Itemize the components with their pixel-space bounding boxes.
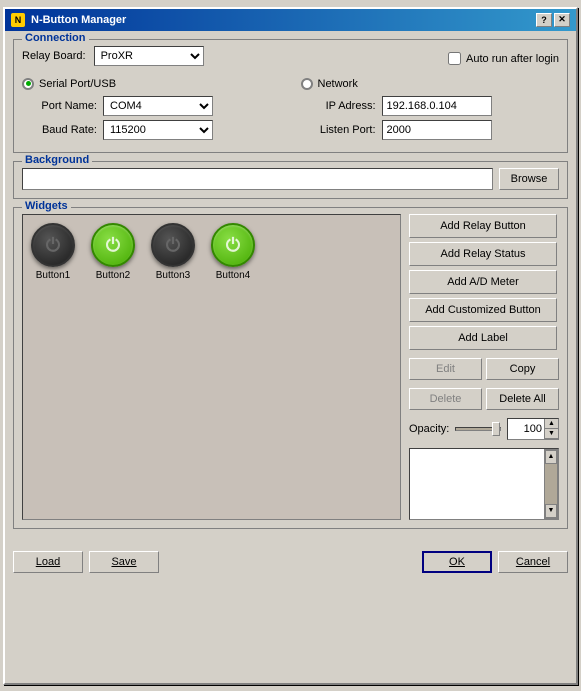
listen-port-label: Listen Port: (301, 124, 376, 136)
baud-rate-select[interactable]: 115200 (103, 120, 213, 140)
ip-address-label: IP Adress: (301, 100, 376, 112)
network-radio-row: Network (301, 78, 560, 90)
bottom-buttons: Load Save OK Cancel (5, 545, 576, 579)
add-customized-button[interactable]: Add Customized Button (409, 298, 557, 322)
widgets-area: ⏻ Button1 ⏻ Button2 ⏻ (22, 214, 559, 520)
background-label: Background (22, 154, 92, 166)
button2-icon: ⏻ (91, 223, 135, 267)
button4-icon: ⏻ (211, 223, 255, 267)
connection-group: Connection Relay Board: ProXR Auto run a… (13, 39, 568, 153)
scroll-down-button[interactable]: ▼ (545, 504, 557, 518)
opacity-spinbox: ▲ ▼ (507, 418, 559, 440)
button3-label: Button3 (156, 270, 190, 281)
relay-board-row: Relay Board: ProXR (22, 46, 204, 66)
titlebar-buttons: ? ✕ (536, 13, 570, 27)
add-ad-meter-button[interactable]: Add A/D Meter (409, 270, 557, 294)
list-item[interactable]: ⏻ Button2 (91, 223, 135, 281)
serial-section: Serial Port/USB Port Name: COM4 Baud Rat… (22, 78, 281, 144)
spin-up-button[interactable]: ▲ (544, 419, 558, 429)
copy-button[interactable]: Copy (486, 358, 559, 380)
add-label-button[interactable]: Add Label (409, 326, 557, 350)
opacity-label: Opacity: (409, 423, 449, 435)
list-item[interactable]: ⏻ Button3 (151, 223, 195, 281)
button2-label: Button2 (96, 270, 130, 281)
port-name-select[interactable]: COM4 (103, 96, 213, 116)
add-relay-status-button[interactable]: Add Relay Status (409, 242, 557, 266)
close-button[interactable]: ✕ (554, 13, 570, 27)
widgets-group: Widgets ⏻ Button1 ⏻ (13, 207, 568, 529)
serial-radio[interactable] (22, 78, 34, 90)
cancel-button[interactable]: Cancel (498, 551, 568, 573)
button1-icon: ⏻ (31, 223, 75, 267)
browse-button[interactable]: Browse (499, 168, 559, 190)
spinbox-arrows: ▲ ▼ (544, 419, 558, 439)
network-section: Network IP Adress: Listen Port: (301, 78, 560, 144)
network-label: Network (318, 78, 358, 90)
scroll-track (545, 464, 557, 504)
titlebar-title: N N-Button Manager (11, 13, 126, 27)
background-group: Background Browse (13, 161, 568, 199)
bottom-left-buttons: Load Save (13, 551, 159, 573)
ip-address-input[interactable] (382, 96, 492, 116)
main-window: N N-Button Manager ? ✕ Connection Relay … (3, 7, 578, 685)
baud-rate-label: Baud Rate: (22, 124, 97, 136)
edit-button[interactable]: Edit (409, 358, 482, 380)
widgets-buttons: Add Relay Button Add Relay Status Add A/… (409, 214, 559, 520)
widgets-label: Widgets (22, 200, 71, 212)
button1-label: Button1 (36, 270, 70, 281)
widgets-canvas[interactable]: ⏻ Button1 ⏻ Button2 ⏻ (22, 214, 401, 520)
slider-thumb (492, 422, 500, 436)
preview-scrollbar[interactable]: ▲ ▼ (544, 449, 558, 519)
connection-grid: Serial Port/USB Port Name: COM4 Baud Rat… (22, 78, 559, 144)
background-row: Browse (22, 168, 559, 190)
button-icons: ⏻ Button1 ⏻ Button2 ⏻ (31, 223, 392, 281)
add-relay-button[interactable]: Add Relay Button (409, 214, 557, 238)
preview-content (410, 449, 544, 519)
connection-label: Connection (22, 32, 89, 44)
opacity-row: Opacity: ▲ ▼ (409, 418, 559, 440)
delete-all-button[interactable]: Delete All (486, 388, 559, 410)
network-radio[interactable] (301, 78, 313, 90)
port-name-label: Port Name: (22, 100, 97, 112)
auto-run-row: Auto run after login (448, 52, 559, 65)
listen-port-row: Listen Port: (301, 120, 560, 140)
content-area: Connection Relay Board: ProXR Auto run a… (5, 31, 576, 545)
help-button[interactable]: ? (536, 13, 552, 27)
port-name-row: Port Name: COM4 (22, 96, 281, 116)
auto-run-label: Auto run after login (466, 53, 559, 65)
connection-top-row: Relay Board: ProXR Auto run after login (22, 46, 559, 72)
opacity-value[interactable] (508, 419, 544, 439)
app-icon: N (11, 13, 25, 27)
button4-label: Button4 (216, 270, 250, 281)
ip-address-row: IP Adress: (301, 96, 560, 116)
spin-down-button[interactable]: ▼ (544, 429, 558, 439)
relay-board-select[interactable]: ProXR (94, 46, 204, 66)
scroll-up-button[interactable]: ▲ (545, 450, 557, 464)
titlebar: N N-Button Manager ? ✕ (5, 9, 576, 31)
serial-label: Serial Port/USB (39, 78, 116, 90)
ok-button[interactable]: OK (422, 551, 492, 573)
auto-run-checkbox[interactable] (448, 52, 461, 65)
baud-rate-row: Baud Rate: 115200 (22, 120, 281, 140)
bottom-right-buttons: OK Cancel (422, 551, 568, 573)
list-item[interactable]: ⏻ Button4 (211, 223, 255, 281)
delete-row: Delete Delete All (409, 388, 559, 410)
background-input[interactable] (22, 168, 493, 190)
listen-port-input[interactable] (382, 120, 492, 140)
edit-delete-row: Edit Copy (409, 358, 559, 380)
delete-button[interactable]: Delete (409, 388, 482, 410)
load-button[interactable]: Load (13, 551, 83, 573)
window-title: N-Button Manager (31, 14, 126, 26)
opacity-slider[interactable] (455, 427, 501, 431)
text-preview: ▲ ▼ (409, 448, 559, 520)
save-button[interactable]: Save (89, 551, 159, 573)
list-item[interactable]: ⏻ Button1 (31, 223, 75, 281)
button3-icon: ⏻ (151, 223, 195, 267)
serial-radio-row: Serial Port/USB (22, 78, 281, 90)
relay-board-label: Relay Board: (22, 50, 86, 62)
